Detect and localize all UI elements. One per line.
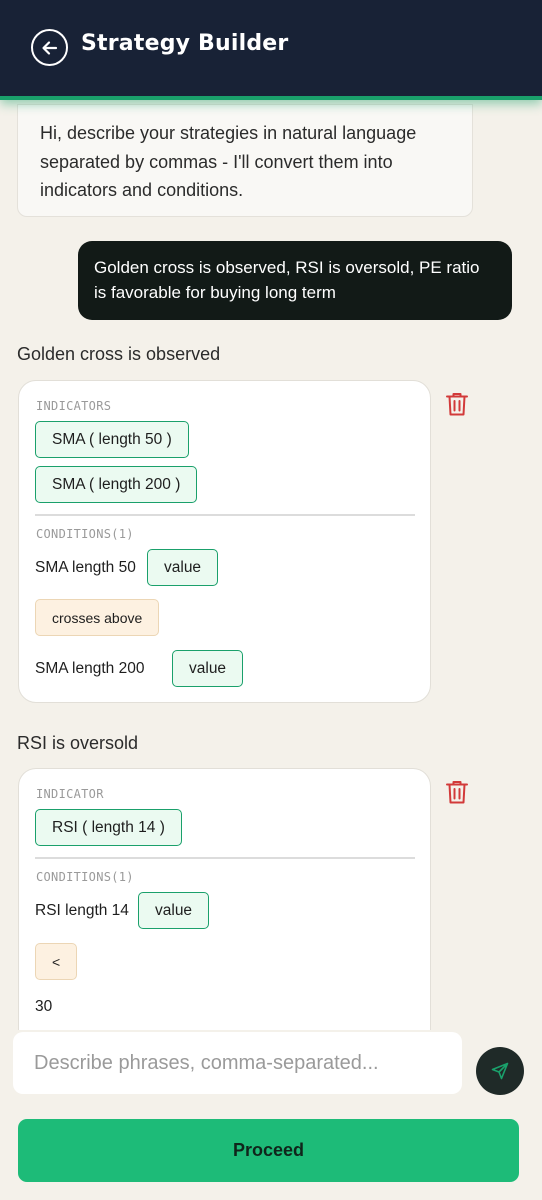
indicators-label: INDICATORS xyxy=(36,399,112,413)
strategy-title: Golden cross is observed xyxy=(17,344,221,364)
condition-right-operand: 30 xyxy=(35,998,53,1015)
indicator-chip[interactable]: SMA ( length 200 ) xyxy=(35,466,198,503)
condition-left-operand: SMA length 50 xyxy=(35,559,136,576)
value-chip[interactable]: value xyxy=(147,549,219,586)
conditions-label: CONDITIONS(1) xyxy=(36,870,134,884)
strategy-card: INDICATOR RSI ( length 14 ) CONDITIONS(1… xyxy=(18,768,431,1030)
indicators-label: INDICATOR xyxy=(36,787,104,801)
app-header: Strategy Builder xyxy=(0,0,542,100)
delete-strategy-button[interactable] xyxy=(445,391,469,417)
proceed-button[interactable]: Proceed xyxy=(18,1119,519,1182)
condition-right-operand: SMA length 200 xyxy=(35,660,145,677)
operator-chip[interactable]: crosses above xyxy=(35,599,160,636)
assistant-message: Hi, describe your strategies in natural … xyxy=(17,104,473,217)
value-chip[interactable]: value xyxy=(172,650,244,687)
phrase-input[interactable]: Describe phrases, comma-separated... xyxy=(13,1032,462,1094)
condition-left-operand: RSI length 14 xyxy=(35,902,129,919)
conditions-label: CONDITIONS(1) xyxy=(36,527,134,541)
page-title: Strategy Builder xyxy=(81,31,289,56)
trash-icon xyxy=(446,393,468,416)
value-chip[interactable]: value xyxy=(138,892,210,929)
send-icon xyxy=(491,1062,509,1080)
arrow-left-icon xyxy=(41,40,57,55)
indicator-chip[interactable]: SMA ( length 50 ) xyxy=(35,421,189,458)
send-button[interactable] xyxy=(476,1047,524,1095)
back-button[interactable] xyxy=(31,29,68,66)
phrase-input-placeholder: Describe phrases, comma-separated... xyxy=(34,1051,379,1074)
indicator-chip[interactable]: RSI ( length 14 ) xyxy=(35,809,182,846)
trash-icon xyxy=(446,781,468,804)
strategy-title: RSI is oversold xyxy=(17,733,139,753)
user-message: Golden cross is observed, RSI is oversol… xyxy=(78,241,512,320)
operator-chip[interactable]: < xyxy=(35,943,78,980)
delete-strategy-button[interactable] xyxy=(445,779,469,805)
divider xyxy=(35,857,415,859)
divider xyxy=(35,514,415,516)
strategy-card: INDICATORS SMA ( length 50 ) SMA ( lengt… xyxy=(18,380,431,703)
